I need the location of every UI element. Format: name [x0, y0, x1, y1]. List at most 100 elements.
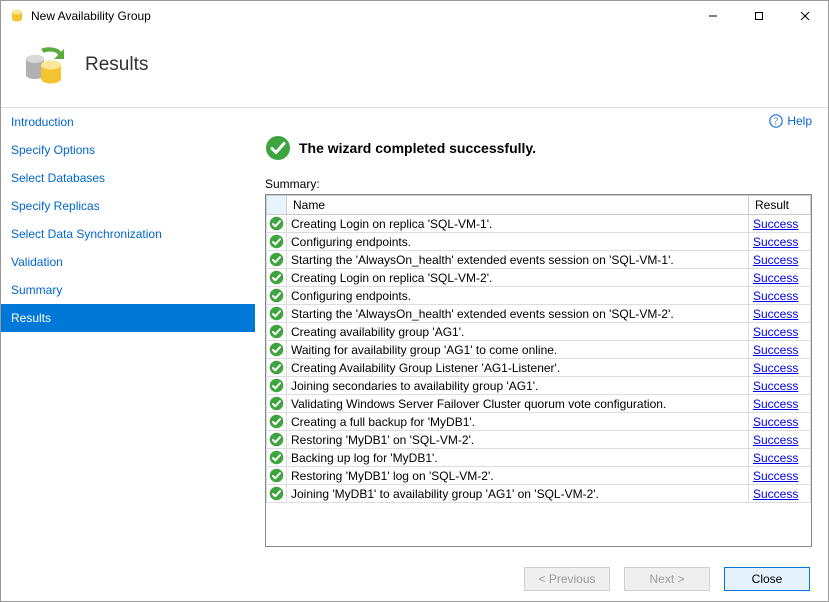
table-row: Configuring endpoints. Success: [267, 287, 811, 305]
table-row: Validating Windows Server Failover Clust…: [267, 395, 811, 413]
grid-corner-cell[interactable]: [267, 196, 287, 215]
result-link[interactable]: Success: [753, 307, 798, 321]
help-link[interactable]: ? Help: [769, 114, 812, 128]
status-message: The wizard completed successfully.: [299, 140, 536, 156]
column-header-result[interactable]: Result: [749, 196, 811, 215]
wizard-header: Results: [1, 31, 828, 107]
row-result-cell: Success: [749, 359, 811, 377]
success-icon: [269, 306, 284, 321]
result-link[interactable]: Success: [753, 379, 798, 393]
nav-item[interactable]: Specify Replicas: [1, 192, 255, 220]
success-icon: [269, 288, 284, 303]
result-link[interactable]: Success: [753, 415, 798, 429]
result-link[interactable]: Success: [753, 487, 798, 501]
success-icon: [269, 468, 284, 483]
help-label: Help: [787, 114, 812, 128]
success-icon: [269, 432, 284, 447]
table-row: Starting the 'AlwaysOn_health' extended …: [267, 305, 811, 323]
row-status-icon-cell: [267, 395, 287, 413]
nav-item[interactable]: Specify Options: [1, 136, 255, 164]
result-link[interactable]: Success: [753, 397, 798, 411]
row-name-cell: Waiting for availability group 'AG1' to …: [287, 341, 749, 359]
row-result-cell: Success: [749, 431, 811, 449]
row-name-cell: Backing up log for 'MyDB1'.: [287, 449, 749, 467]
result-link[interactable]: Success: [753, 253, 798, 267]
row-result-cell: Success: [749, 323, 811, 341]
nav-item[interactable]: Select Data Synchronization: [1, 220, 255, 248]
minimize-button[interactable]: [690, 1, 736, 31]
wizard-footer: < Previous Next > Close: [1, 555, 828, 601]
result-link[interactable]: Success: [753, 451, 798, 465]
success-icon: [269, 216, 284, 231]
row-name-cell: Creating availability group 'AG1'.: [287, 323, 749, 341]
row-name-cell: Configuring endpoints.: [287, 287, 749, 305]
nav-item[interactable]: Summary: [1, 276, 255, 304]
row-status-icon-cell: [267, 431, 287, 449]
result-link[interactable]: Success: [753, 433, 798, 447]
page-title: Results: [85, 54, 148, 76]
summary-grid: Name Result Creating Login on replica 'S…: [266, 195, 811, 503]
row-result-cell: Success: [749, 215, 811, 233]
window-title: New Availability Group: [31, 9, 690, 23]
nav-item[interactable]: Validation: [1, 248, 255, 276]
table-row: Waiting for availability group 'AG1' to …: [267, 341, 811, 359]
database-sync-icon: [21, 41, 69, 89]
row-result-cell: Success: [749, 287, 811, 305]
row-status-icon-cell: [267, 215, 287, 233]
result-link[interactable]: Success: [753, 271, 798, 285]
row-name-cell: Creating Login on replica 'SQL-VM-2'.: [287, 269, 749, 287]
row-name-cell: Starting the 'AlwaysOn_health' extended …: [287, 305, 749, 323]
row-result-cell: Success: [749, 269, 811, 287]
row-name-cell: Restoring 'MyDB1' on 'SQL-VM-2'.: [287, 431, 749, 449]
success-icon: [269, 360, 284, 375]
row-result-cell: Success: [749, 251, 811, 269]
close-window-button[interactable]: [782, 1, 828, 31]
row-status-icon-cell: [267, 413, 287, 431]
row-name-cell: Joining 'MyDB1' to availability group 'A…: [287, 485, 749, 503]
table-row: Starting the 'AlwaysOn_health' extended …: [267, 251, 811, 269]
table-row: Restoring 'MyDB1' log on 'SQL-VM-2'. Succ…: [267, 467, 811, 485]
row-result-cell: Success: [749, 341, 811, 359]
success-icon: [269, 324, 284, 339]
status-row: The wizard completed successfully.: [265, 135, 812, 161]
row-name-cell: Creating Login on replica 'SQL-VM-1'.: [287, 215, 749, 233]
wizard-body: IntroductionSpecify OptionsSelect Databa…: [1, 107, 828, 555]
table-row: Restoring 'MyDB1' on 'SQL-VM-2'. Success: [267, 431, 811, 449]
maximize-button[interactable]: [736, 1, 782, 31]
result-link[interactable]: Success: [753, 289, 798, 303]
success-icon: [269, 270, 284, 285]
column-header-name[interactable]: Name: [287, 196, 749, 215]
close-button[interactable]: Close: [724, 567, 810, 591]
summary-label: Summary:: [265, 177, 812, 191]
row-result-cell: Success: [749, 485, 811, 503]
result-link[interactable]: Success: [753, 235, 798, 249]
row-name-cell: Restoring 'MyDB1' log on 'SQL-VM-2'.: [287, 467, 749, 485]
row-result-cell: Success: [749, 467, 811, 485]
help-icon: ?: [769, 114, 783, 128]
result-link[interactable]: Success: [753, 217, 798, 231]
row-status-icon-cell: [267, 467, 287, 485]
nav-item[interactable]: Introduction: [1, 108, 255, 136]
success-icon: [269, 252, 284, 267]
success-icon: [269, 414, 284, 429]
row-status-icon-cell: [267, 233, 287, 251]
result-link[interactable]: Success: [753, 469, 798, 483]
table-row: Configuring endpoints.Success: [267, 233, 811, 251]
result-link[interactable]: Success: [753, 325, 798, 339]
row-status-icon-cell: [267, 269, 287, 287]
result-link[interactable]: Success: [753, 361, 798, 375]
nav-item[interactable]: Select Databases: [1, 164, 255, 192]
row-status-icon-cell: [267, 251, 287, 269]
svg-text:?: ?: [774, 117, 779, 128]
table-row: Creating a full backup for 'MyDB1'.Succe…: [267, 413, 811, 431]
success-icon: [269, 234, 284, 249]
wizard-main-panel: ? Help The wizard completed successfully…: [255, 108, 828, 555]
row-result-cell: Success: [749, 395, 811, 413]
titlebar: New Availability Group: [1, 1, 828, 31]
nav-item[interactable]: Results: [1, 304, 255, 332]
result-link[interactable]: Success: [753, 343, 798, 357]
row-status-icon-cell: [267, 377, 287, 395]
success-icon: [269, 486, 284, 501]
row-status-icon-cell: [267, 287, 287, 305]
row-result-cell: Success: [749, 449, 811, 467]
